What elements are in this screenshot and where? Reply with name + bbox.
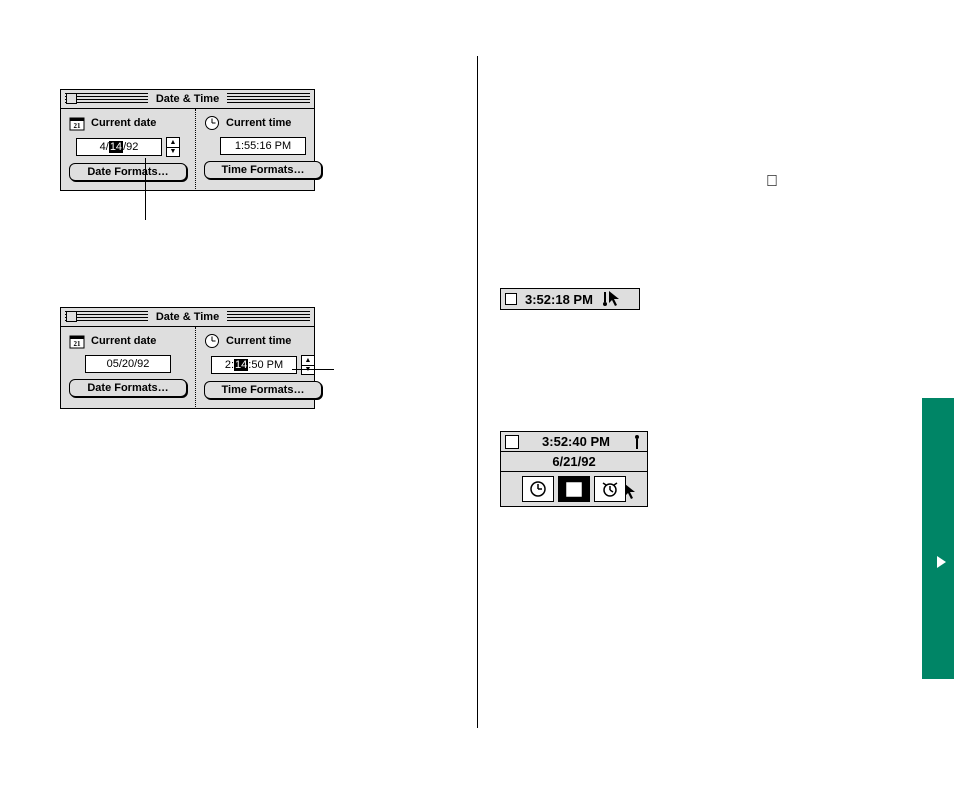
apple-logo-icon:  bbox=[766, 174, 778, 190]
alarm-mode-button[interactable] bbox=[594, 476, 626, 502]
cursor-arrow-icon bbox=[609, 291, 621, 307]
date-field[interactable]: 05/20/92 bbox=[85, 355, 171, 373]
date-formats-button[interactable]: Date Formats… bbox=[69, 379, 187, 397]
date-time-window: Date & Time 21 Current date bbox=[60, 89, 315, 191]
page-divider bbox=[477, 56, 478, 728]
calendar-icon: 21 bbox=[69, 115, 85, 131]
svg-text:21: 21 bbox=[74, 122, 82, 130]
cursor-arrow-icon bbox=[625, 484, 637, 500]
clock-icon bbox=[204, 115, 220, 131]
calendar-icon: 21 bbox=[69, 333, 85, 349]
alarm-close-box[interactable] bbox=[505, 293, 517, 305]
date-field[interactable]: 4/14/92 bbox=[76, 138, 162, 156]
current-time-label: Current time bbox=[226, 117, 291, 129]
alarm-date: 6/21/92 bbox=[552, 454, 595, 469]
svg-text:21: 21 bbox=[74, 340, 82, 348]
time-formats-button[interactable]: Time Formats… bbox=[204, 381, 322, 399]
alarm-time: 3:52:40 PM bbox=[527, 434, 625, 449]
stepper-up-icon[interactable]: ▲ bbox=[167, 138, 179, 147]
callout-line bbox=[145, 158, 146, 220]
date-stepper[interactable]: ▲ ▼ bbox=[166, 137, 180, 157]
svg-text:21: 21 bbox=[571, 488, 579, 496]
date-time-window: Date & Time 21 Current date 05/20/92 bbox=[60, 307, 315, 409]
time-field[interactable]: 1:55:16 PM bbox=[220, 137, 306, 155]
side-tab bbox=[922, 398, 954, 679]
time-field[interactable]: 2:14:50 PM bbox=[211, 356, 297, 374]
date-formats-button[interactable]: Date Formats… bbox=[69, 163, 187, 181]
clock-mode-button[interactable] bbox=[522, 476, 554, 502]
stepper-up-icon[interactable]: ▲ bbox=[302, 356, 314, 365]
current-date-label: Current date bbox=[91, 335, 156, 347]
clock-icon bbox=[204, 333, 220, 349]
callout-line bbox=[292, 369, 334, 370]
time-stepper[interactable]: ▲ ▼ bbox=[301, 355, 315, 375]
time-formats-button[interactable]: Time Formats… bbox=[204, 161, 322, 179]
current-time-label: Current time bbox=[226, 335, 291, 347]
alarm-close-box[interactable] bbox=[505, 435, 519, 449]
window-title: Date & Time bbox=[148, 93, 227, 105]
window-title: Date & Time bbox=[148, 311, 227, 323]
collapse-lever-icon[interactable] bbox=[633, 435, 643, 449]
close-box[interactable] bbox=[66, 311, 77, 322]
stepper-down-icon[interactable]: ▼ bbox=[167, 147, 179, 157]
close-box[interactable] bbox=[66, 93, 77, 104]
alarm-clock-bar[interactable]: 3:52:18 PM bbox=[500, 288, 640, 310]
alarm-time: 3:52:18 PM bbox=[525, 292, 593, 307]
side-tab-arrow-icon bbox=[937, 556, 946, 568]
calendar-mode-button[interactable]: 21 bbox=[558, 476, 590, 502]
alarm-clock-expanded: 3:52:40 PM 6/21/92 bbox=[500, 431, 648, 507]
current-date-label: Current date bbox=[91, 117, 156, 129]
